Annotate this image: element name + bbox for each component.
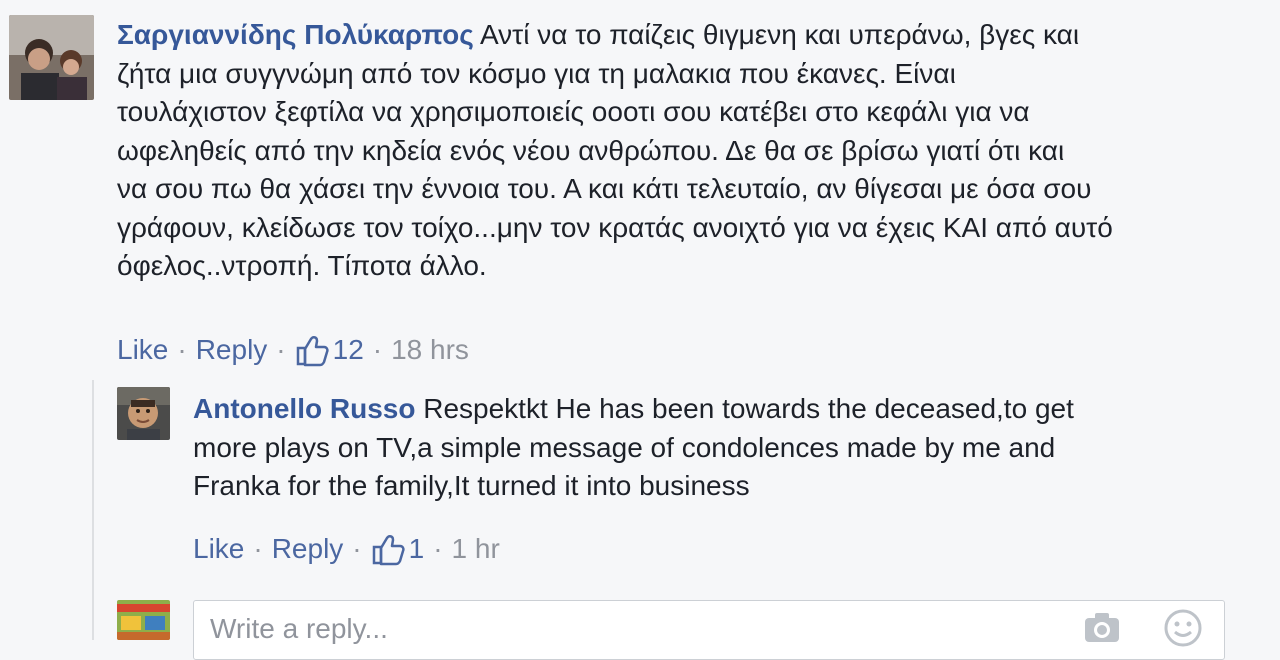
comment2-line-2: more plays on TV,a simple message of con… — [193, 431, 1056, 463]
comment2-timestamp[interactable]: 1 hr — [452, 533, 500, 565]
comment1-timestamp[interactable]: 18 hrs — [391, 334, 469, 366]
thumbs-up-icon[interactable] — [295, 333, 329, 367]
reply-input-placeholder: Write a reply... — [210, 613, 388, 644]
separator-dot: · — [276, 334, 286, 365]
comment1-line-2: ζήτα μια συγγνώμη από τον κόσμο για τη μ… — [117, 57, 956, 89]
separator-dot: · — [352, 533, 362, 564]
camera-icon[interactable] — [1082, 607, 1122, 652]
comment2-like-count[interactable]: 1 — [409, 533, 425, 565]
comment1-line-1: Σαργιαννίδης Πολύκαρπος Αντί να το παίζε… — [117, 19, 1080, 50]
comment2-like-link[interactable]: Like — [193, 533, 244, 565]
comment1-like-count[interactable]: 12 — [333, 334, 364, 366]
separator-dot: · — [177, 334, 187, 365]
comment1-like-link[interactable]: Like — [117, 334, 168, 366]
separator-dot: · — [433, 533, 443, 564]
comment1-actions: Like · Reply · 12 · 18 hrs — [117, 330, 469, 370]
avatar-comment1[interactable] — [9, 15, 94, 100]
comment1-line-5: να σου πω θα χάσει την έννοια του. Α και… — [117, 173, 1092, 204]
thread-divider — [92, 380, 94, 640]
comment2-author[interactable]: Antonello Russo — [193, 393, 415, 424]
separator-dot: · — [372, 334, 383, 365]
comment1-line-4: ωφεληθείς από την κηδεία ενός νέου ανθρώ… — [117, 134, 1065, 166]
separator-dot: · — [253, 533, 263, 564]
avatar-current-user — [117, 600, 170, 640]
avatar-comment2[interactable] — [117, 387, 170, 440]
comment2-actions: Like · Reply · 1 · 1 hr — [193, 529, 500, 569]
comment1-reply-link[interactable]: Reply — [196, 334, 268, 366]
comment1-body: Σαργιαννίδης Πολύκαρπος Αντί να το παίζε… — [117, 16, 1267, 286]
comment2-body: Antonello Russo Respektkt He has been to… — [193, 390, 1263, 506]
comment1-line-7: όφελος..ντροπή. Τίποτα άλλο. — [117, 250, 487, 281]
comment2-line-3: Franka for the family,It turned it into … — [193, 470, 750, 501]
comment1-line-3: τουλάχιστον ξεφτίλα να χρησιμοποιείς οοο… — [117, 96, 1030, 127]
comment1-author[interactable]: Σαργιαννίδης Πολύκαρπος — [117, 19, 474, 50]
reply-input[interactable]: Write a reply... — [193, 600, 1225, 660]
thumbs-up-icon[interactable] — [371, 532, 405, 566]
comment2-reply-link[interactable]: Reply — [272, 533, 344, 565]
comment1-line-6: γράφουν, κλείδωσε τον τοίχο...μην τον κρ… — [117, 211, 1113, 243]
emoji-icon[interactable] — [1162, 607, 1204, 654]
comment2-line-1: Antonello Russo Respektkt He has been to… — [193, 393, 1074, 424]
